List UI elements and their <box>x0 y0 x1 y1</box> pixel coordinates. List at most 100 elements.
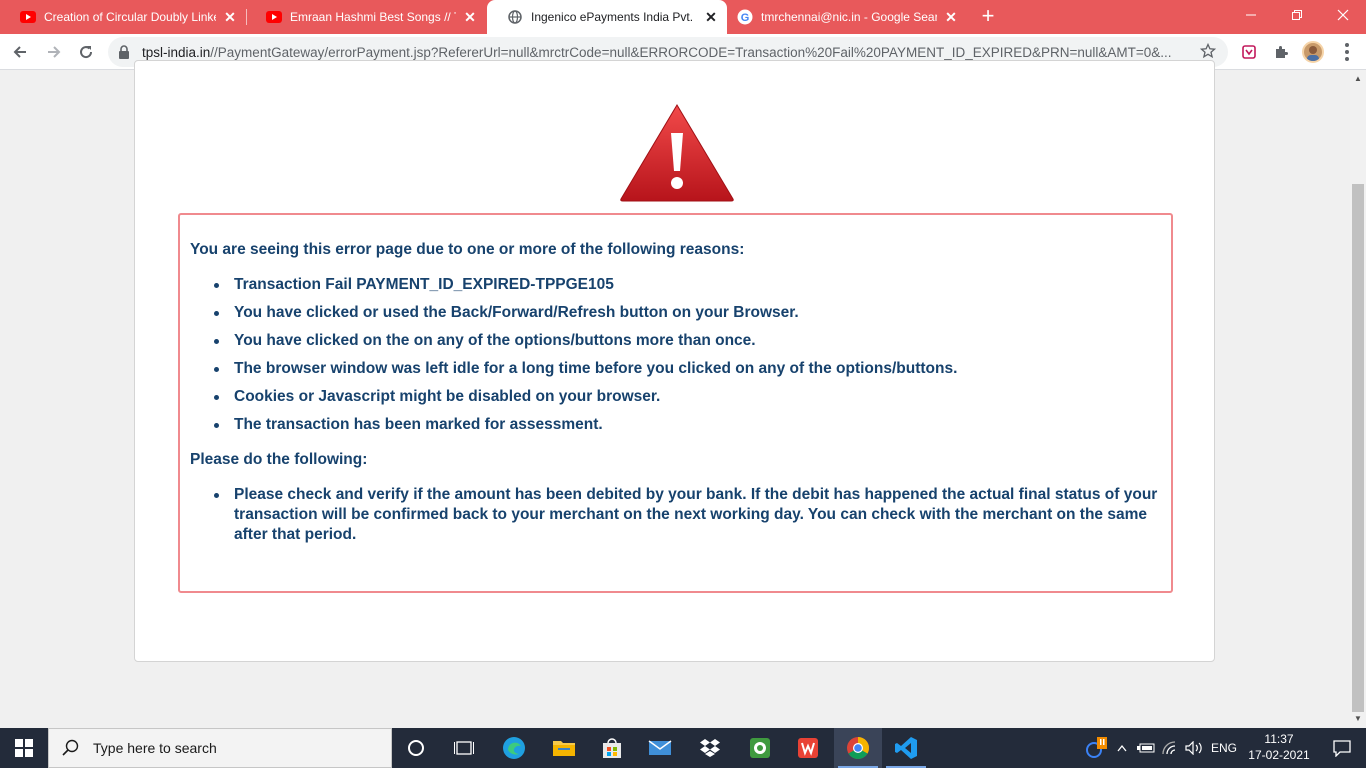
evernote-taskbar-button[interactable] <box>736 728 784 768</box>
tab-google-search[interactable]: G tmrchennai@nic.in - Google Sear ✕ <box>727 0 967 34</box>
tab-ingenico[interactable]: Ingenico ePayments India Pvt. Ltd ✕ <box>487 0 727 34</box>
cortana-button[interactable] <box>392 728 440 768</box>
language-indicator[interactable]: ENG <box>1208 728 1240 768</box>
folder-icon <box>553 741 575 756</box>
mail-envelope-icon <box>648 740 672 755</box>
edge-taskbar-button[interactable] <box>490 728 538 768</box>
tab-strip: Creation of Circular Doubly Linke ✕ Emra… <box>0 0 1366 34</box>
tab-circular-linked-list[interactable]: Creation of Circular Doubly Linke ✕ <box>0 0 246 34</box>
follow-heading: Please do the following: <box>190 451 368 468</box>
list-item: Transaction Fail PAYMENT_ID_EXPIRED-TPPG… <box>210 275 1161 295</box>
minimize-icon <box>1246 14 1256 16</box>
list-item: Please check and verify if the amount ha… <box>210 485 1161 545</box>
speaker-icon <box>1185 741 1202 755</box>
forward-arrow-icon <box>48 46 61 58</box>
youtube-icon <box>266 9 282 25</box>
list-item: The transaction has been marked for asse… <box>210 415 1161 435</box>
store-taskbar-button[interactable] <box>588 728 636 768</box>
back-button[interactable] <box>6 38 34 66</box>
battery-icon <box>1137 743 1155 753</box>
edge-icon <box>503 737 525 759</box>
google-icon: G <box>737 9 753 25</box>
restore-icon <box>1292 10 1302 20</box>
close-window-button[interactable] <box>1320 0 1366 30</box>
warning-icon <box>619 103 735 208</box>
tab-emraan-hashmi-songs[interactable]: Emraan Hashmi Best Songs // To ✕ <box>246 0 486 34</box>
extensions-puzzle-icon[interactable] <box>1270 41 1292 63</box>
vscode-icon <box>895 737 917 759</box>
volume-button[interactable] <box>1184 728 1206 768</box>
chrome-taskbar-button[interactable] <box>834 728 882 768</box>
wps-icon <box>798 738 818 758</box>
action-center-button[interactable] <box>1318 728 1366 768</box>
chevron-up-icon <box>1117 744 1127 752</box>
youtube-icon <box>20 9 36 25</box>
show-hidden-icons-button[interactable] <box>1114 728 1130 768</box>
page-scrollbar[interactable]: ▲ ▼ <box>1350 70 1366 728</box>
close-icon[interactable]: ✕ <box>222 9 238 25</box>
search-icon <box>62 739 79 756</box>
browser-menu-button[interactable] <box>1336 41 1358 63</box>
tab-title: Ingenico ePayments India Pvt. Ltd <box>531 10 697 24</box>
windows-taskbar: Type here to search ENG 11:37 17-02-2021 <box>0 728 1366 768</box>
page-viewport: You are seeing this error page due to on… <box>0 60 1350 728</box>
windows-logo-icon <box>15 739 33 757</box>
tab-title: tmrchennai@nic.in - Google Sear <box>761 10 937 24</box>
scroll-down-icon[interactable]: ▼ <box>1353 714 1363 724</box>
profile-avatar[interactable] <box>1302 41 1324 63</box>
scroll-up-icon[interactable]: ▲ <box>1353 74 1363 84</box>
clock-date: 17-02-2021 <box>1248 748 1310 762</box>
url-host: tpsl-india.in <box>142 45 211 60</box>
wps-office-taskbar-button[interactable] <box>784 728 832 768</box>
list-item: You have clicked or used the Back/Forwar… <box>210 303 1161 323</box>
battery-button[interactable] <box>1136 728 1156 768</box>
list-item: You have clicked on the on any of the op… <box>210 331 1161 351</box>
chrome-icon <box>847 737 869 759</box>
notification-icon <box>1333 740 1351 757</box>
mail-taskbar-button[interactable] <box>636 728 684 768</box>
store-bag-icon <box>603 738 621 758</box>
back-arrow-icon <box>13 46 26 58</box>
error-heading: You are seeing this error page due to on… <box>190 241 745 258</box>
tray-update-button[interactable] <box>1082 728 1112 768</box>
file-explorer-taskbar-button[interactable] <box>540 728 588 768</box>
extension-shield-icon[interactable] <box>1238 41 1260 63</box>
reasons-list: Transaction Fail PAYMENT_ID_EXPIRED-TPPG… <box>190 275 1161 435</box>
cortana-circle-icon <box>408 740 424 756</box>
taskbar-clock[interactable]: 11:37 17-02-2021 <box>1246 731 1312 767</box>
error-message-box: You are seeing this error page due to on… <box>178 213 1173 593</box>
new-tab-button[interactable]: + <box>976 4 1000 28</box>
reload-button[interactable] <box>72 38 100 66</box>
globe-icon <box>507 9 523 25</box>
url-text[interactable]: tpsl-india.in//PaymentGateway/errorPayme… <box>142 45 1182 60</box>
close-icon[interactable]: ✕ <box>943 9 959 25</box>
scrollbar-thumb[interactable] <box>1352 184 1364 712</box>
list-item: Cookies or Javascript might be disabled … <box>210 387 1161 407</box>
url-path: //PaymentGateway/errorPayment.jsp?Refere… <box>210 45 1172 60</box>
forward-button[interactable] <box>40 38 68 66</box>
close-icon[interactable]: ✕ <box>703 9 719 25</box>
error-panel: You are seeing this error page due to on… <box>134 60 1215 662</box>
evernote-icon <box>750 738 770 758</box>
taskbar-search-box[interactable]: Type here to search <box>48 728 392 768</box>
dropbox-taskbar-button[interactable] <box>686 728 734 768</box>
task-view-button[interactable] <box>440 728 488 768</box>
minimize-button[interactable] <box>1228 0 1274 30</box>
tab-title: Emraan Hashmi Best Songs // To <box>290 10 456 24</box>
list-item: The browser window was left idle for a l… <box>210 359 1161 379</box>
vscode-taskbar-button[interactable] <box>882 728 930 768</box>
close-icon[interactable]: ✕ <box>462 9 478 25</box>
follow-list: Please check and verify if the amount ha… <box>190 485 1161 545</box>
tab-title: Creation of Circular Doubly Linke <box>44 10 216 24</box>
reload-icon <box>80 46 93 59</box>
wifi-button[interactable] <box>1160 728 1180 768</box>
restore-button[interactable] <box>1274 0 1320 30</box>
dropbox-icon <box>700 739 720 757</box>
svg-text:G: G <box>741 12 750 24</box>
close-window-icon <box>1337 9 1349 21</box>
person-icon <box>1307 46 1319 61</box>
start-button[interactable] <box>0 728 48 768</box>
lock-icon[interactable] <box>118 45 130 64</box>
search-placeholder: Type here to search <box>93 740 217 756</box>
update-alert-icon <box>1086 737 1107 758</box>
